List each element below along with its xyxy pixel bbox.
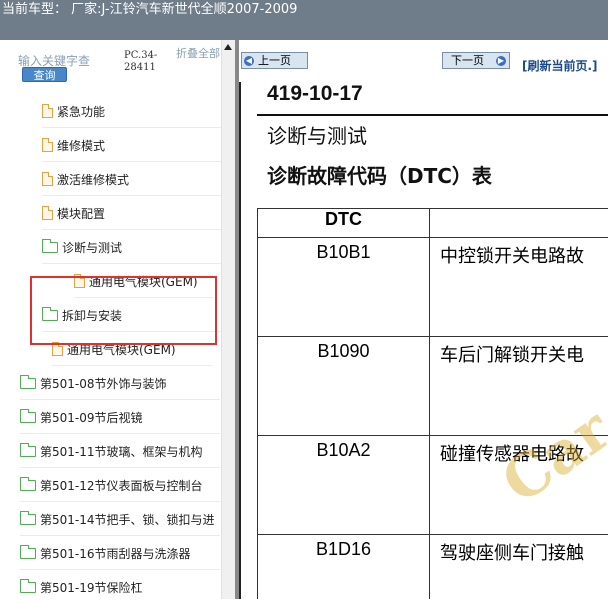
table-header-desc: [430, 209, 608, 238]
tree-item-label: 紧急功能: [57, 103, 105, 120]
doc-icon: [42, 138, 53, 152]
folder-icon: [20, 412, 36, 423]
table-header-row: DTC: [258, 209, 608, 238]
folder-icon: [20, 582, 36, 593]
next-page-label: 下一页: [451, 54, 484, 67]
folder-open-icon: [42, 242, 58, 253]
folder-icon: [20, 378, 36, 389]
tree-item-label: 模块配置: [57, 205, 105, 222]
section-subtitle: 诊断故障代码（DTC）表: [267, 160, 492, 189]
dtc-code: B1D16: [258, 535, 430, 600]
folder-icon: [20, 514, 36, 525]
tree-item[interactable]: 第501-19节保险杠: [20, 571, 220, 604]
search-button[interactable]: 查询: [22, 67, 67, 82]
folder-icon: [20, 446, 36, 457]
scrollbar[interactable]: [221, 40, 235, 599]
tree-item[interactable]: 第501-14节把手、锁、锁扣与进: [20, 503, 220, 536]
scroll-up-icon[interactable]: [224, 44, 232, 50]
arrow-left-icon: ◀: [244, 56, 254, 66]
header-rule: [257, 114, 608, 116]
table-row: B10B1 中控锁开关电路故: [258, 238, 608, 337]
tree-item[interactable]: 第501-12节仪表面板与控制台: [20, 469, 220, 502]
dtc-code: B10A2: [258, 436, 430, 535]
pc-code: PC.34-28411: [124, 50, 164, 74]
tree-item[interactable]: 第501-11节玻璃、框架与机构: [20, 435, 220, 468]
dtc-code: B1090: [258, 337, 430, 436]
dtc-table: DTC B10B1 中控锁开关电路故 B1090 车后门解锁开关电 B10A2 …: [257, 208, 608, 599]
window-title: 当前车型： 厂家:J-江铃汽车新世代全顺2007-2009: [0, 0, 608, 40]
tree-item[interactable]: 第501-08节外饰与装饰: [20, 367, 220, 400]
dtc-description: 驾驶座侧车门接触: [430, 535, 608, 600]
next-page-button[interactable]: 下一页 ▶: [442, 52, 510, 69]
tree-item-label: 激活维修模式: [57, 171, 129, 188]
folder-icon: [20, 548, 36, 559]
tree-item-label: 第501-16节雨刮器与洗涤器: [40, 545, 191, 562]
prev-page-label: 上一页: [258, 54, 291, 67]
tree-item[interactable]: 第501-16节雨刮器与洗涤器: [20, 537, 220, 570]
section-number: 419-10-17: [267, 82, 363, 106]
tree-item-label: 第501-19节保险杠: [40, 579, 143, 596]
tree-item[interactable]: 紧急功能: [42, 95, 242, 128]
table-row: B1D16 驾驶座侧车门接触: [258, 535, 608, 600]
tree-item[interactable]: 维修模式: [42, 129, 242, 162]
tree-item-label: 第501-11节玻璃、框架与机构: [40, 443, 203, 460]
left-panel: 查询 PC.34-28411 折叠全部 紧急功能 维修模式 激活维修模式 模块配…: [0, 40, 237, 599]
dtc-description: 中控锁开关电路故: [430, 238, 608, 337]
arrow-right-icon: ▶: [496, 56, 506, 66]
tree-item-label: 维修模式: [57, 137, 105, 154]
prev-page-button[interactable]: ◀ 上一页: [241, 52, 308, 69]
highlight-box: [30, 276, 217, 345]
collapse-all-link[interactable]: 折叠全部: [176, 48, 220, 60]
tree-item-label: 第501-09节后视镜: [40, 409, 143, 426]
tree-item[interactable]: 激活维修模式: [42, 163, 242, 196]
document-content: 419-10-17 诊断与测试 诊断故障代码（DTC）表 DTC B10B1 中…: [239, 82, 608, 599]
search-row: 查询 PC.34-28411 折叠全部: [0, 40, 224, 90]
tree-item[interactable]: 第501-09节后视镜: [20, 401, 220, 434]
table-header-dtc: DTC: [258, 209, 430, 238]
tree-item-label: 第501-08节外饰与装饰: [40, 375, 167, 392]
tree-item[interactable]: 诊断与测试: [42, 231, 242, 264]
folder-icon: [20, 480, 36, 491]
tree-item-label: 第501-14节把手、锁、锁扣与进: [40, 511, 215, 528]
dtc-code: B10B1: [258, 238, 430, 337]
section-title: 诊断与测试: [267, 120, 367, 149]
tree-item-label: 诊断与测试: [62, 239, 122, 256]
tree-item[interactable]: 模块配置: [42, 197, 242, 230]
doc-icon: [42, 104, 53, 118]
tree-item-label: 第501-12节仪表面板与控制台: [40, 477, 203, 494]
doc-icon: [42, 206, 53, 220]
doc-icon: [42, 172, 53, 186]
page-nav-bar: ◀ 上一页 下一页 ▶ [刷新当前页.]: [239, 40, 608, 82]
document-panel: ◀ 上一页 下一页 ▶ [刷新当前页.] 419-10-17 诊断与测试 诊断故…: [239, 40, 608, 599]
refresh-page-link[interactable]: [刷新当前页.]: [522, 57, 598, 74]
